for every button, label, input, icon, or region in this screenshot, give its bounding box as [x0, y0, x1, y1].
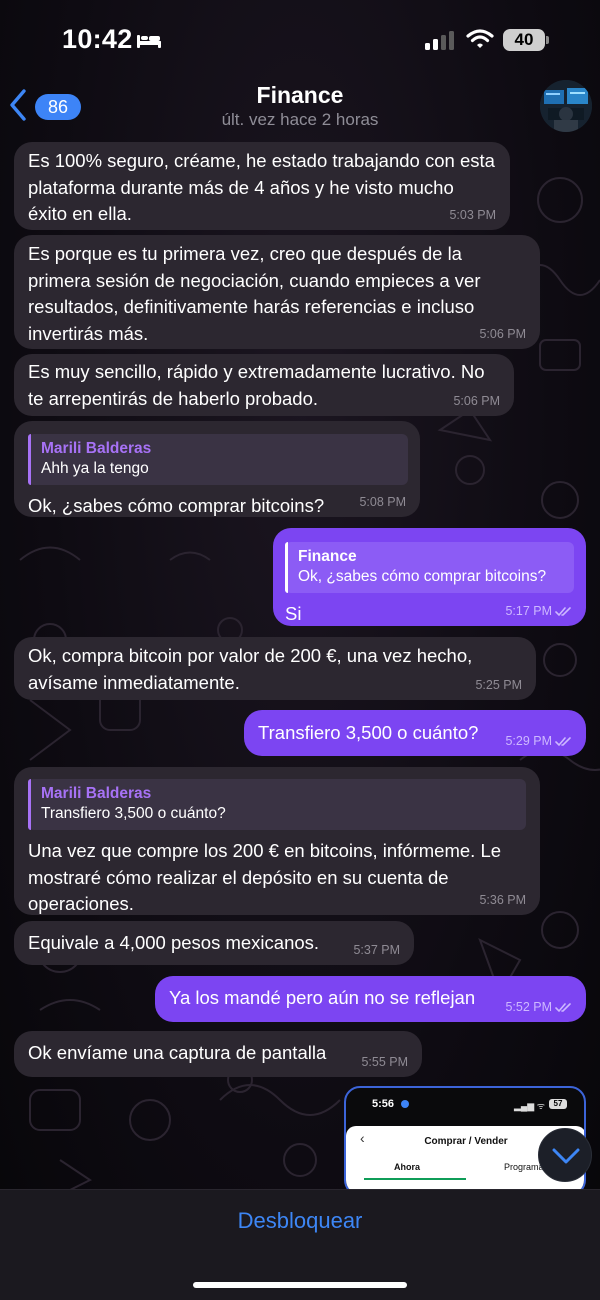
read-checkmark-icon: [555, 606, 571, 616]
message-text: Es porque es tu primera vez, creo que de…: [28, 243, 481, 344]
location-icon: [401, 1100, 409, 1108]
message-meta: 5:08 PM: [359, 495, 406, 509]
incoming-message[interactable]: Ok envíame una captura de pantalla 5:55 …: [14, 1031, 422, 1077]
chevron-down-icon: [552, 1148, 580, 1164]
reply-text: Ok, ¿sabes cómo comprar bitcoins?: [298, 568, 547, 585]
battery-indicator: 40: [503, 29, 545, 51]
reply-author: Finance: [298, 548, 357, 565]
preview-signal-icon: ▂▄▆ ᯤ: [514, 1101, 545, 1111]
incoming-message[interactable]: Marili Balderas Ahh ya la tengo Ok, ¿sab…: [14, 421, 420, 517]
message-time: 5:06 PM: [479, 327, 526, 341]
chat-title[interactable]: Finance: [0, 82, 600, 109]
message-meta: 5:52 PM: [505, 1000, 572, 1014]
message-text: Equivale a 4,000 pesos mexicanos.: [28, 932, 320, 953]
message-text: Es 100% seguro, créame, he estado trabaj…: [28, 150, 495, 224]
message-time: 5:36 PM: [479, 893, 526, 907]
incoming-message[interactable]: Marili Balderas Transfiero 3,500 o cuánt…: [14, 767, 540, 915]
message-time: 5:06 PM: [453, 394, 500, 408]
reply-quote[interactable]: Marili Balderas Ahh ya la tengo: [28, 434, 408, 485]
message-text: Ok, ¿sabes cómo comprar bitcoins?: [28, 495, 325, 516]
unblock-button[interactable]: Desbloquear: [0, 1208, 600, 1234]
bottom-bar: Desbloquear: [0, 1189, 600, 1300]
sleep-focus-icon: [137, 35, 161, 48]
read-checkmark-icon: [555, 1002, 571, 1012]
message-meta: 5:25 PM: [475, 678, 522, 692]
preview-battery: 57: [549, 1099, 567, 1109]
incoming-message[interactable]: Es porque es tu primera vez, creo que de…: [14, 235, 540, 349]
message-text: Una vez que compre los 200 € en bitcoins…: [28, 840, 502, 914]
message-time: 5:37 PM: [353, 943, 400, 957]
message-time: 5:52 PM: [505, 1000, 552, 1014]
reply-author: Marili Balderas: [41, 440, 152, 457]
message-time: 5:08 PM: [359, 495, 406, 509]
message-meta: 5:37 PM: [353, 943, 400, 957]
message-meta: 5:36 PM: [479, 893, 526, 907]
incoming-message[interactable]: Equivale a 4,000 pesos mexicanos. 5:37 P…: [14, 921, 414, 965]
outgoing-message[interactable]: Finance Ok, ¿sabes cómo comprar bitcoins…: [273, 528, 586, 626]
contact-avatar[interactable]: [540, 80, 592, 132]
last-seen-status: últ. vez hace 2 horas: [221, 110, 379, 129]
preview-tab-active: Ahora: [394, 1162, 421, 1172]
preview-tab-underline: [364, 1178, 466, 1180]
preview-tab-other: Programa: [504, 1162, 544, 1172]
reply-text: Ahh ya la tengo: [41, 460, 149, 477]
preview-time: 5:56: [372, 1098, 395, 1110]
status-time: 10:42: [62, 24, 133, 54]
chat-header: 86 Finance últ. vez hace 2 horas: [0, 70, 600, 140]
reply-quote[interactable]: Marili Balderas Transfiero 3,500 o cuánt…: [28, 779, 526, 830]
message-meta: 5:17 PM: [505, 604, 572, 618]
reply-text: Transfiero 3,500 o cuánto?: [41, 805, 226, 822]
message-time: 5:17 PM: [505, 604, 552, 618]
message-time: 5:29 PM: [505, 734, 552, 748]
message-meta: 5:06 PM: [479, 327, 526, 341]
incoming-message[interactable]: Es 100% seguro, créame, he estado trabaj…: [14, 142, 510, 230]
scroll-to-bottom-button[interactable]: [538, 1128, 592, 1182]
message-meta: 5:55 PM: [361, 1055, 408, 1069]
message-meta: 5:03 PM: [449, 208, 496, 222]
message-time: 5:03 PM: [449, 208, 496, 222]
cellular-signal-icon: [425, 31, 454, 50]
incoming-message[interactable]: Es muy sencillo, rápido y extremadamente…: [14, 354, 514, 416]
message-text: Es muy sencillo, rápido y extremadamente…: [28, 361, 485, 409]
wifi-icon: [466, 29, 494, 48]
status-bar: 10:42 40: [0, 0, 600, 80]
reply-author: Marili Balderas: [41, 785, 152, 802]
outgoing-message[interactable]: Transfiero 3,500 o cuánto? 5:29 PM: [244, 710, 586, 756]
outgoing-message[interactable]: Ya los mandé pero aún no se reflejan 5:5…: [155, 976, 586, 1022]
message-text: Ok envíame una captura de pantalla: [28, 1042, 327, 1063]
battery-cap: [546, 36, 549, 44]
read-checkmark-icon: [555, 736, 571, 746]
incoming-message[interactable]: Ok, compra bitcoin por valor de 200 €, u…: [14, 637, 536, 700]
message-text: Ok, compra bitcoin por valor de 200 €, u…: [28, 645, 473, 693]
message-meta: 5:29 PM: [505, 734, 572, 748]
message-time: 5:25 PM: [475, 678, 522, 692]
home-indicator[interactable]: [193, 1282, 407, 1288]
message-meta: 5:06 PM: [453, 394, 500, 408]
reply-quote[interactable]: Finance Ok, ¿sabes cómo comprar bitcoins…: [285, 542, 574, 593]
message-time: 5:55 PM: [361, 1055, 408, 1069]
